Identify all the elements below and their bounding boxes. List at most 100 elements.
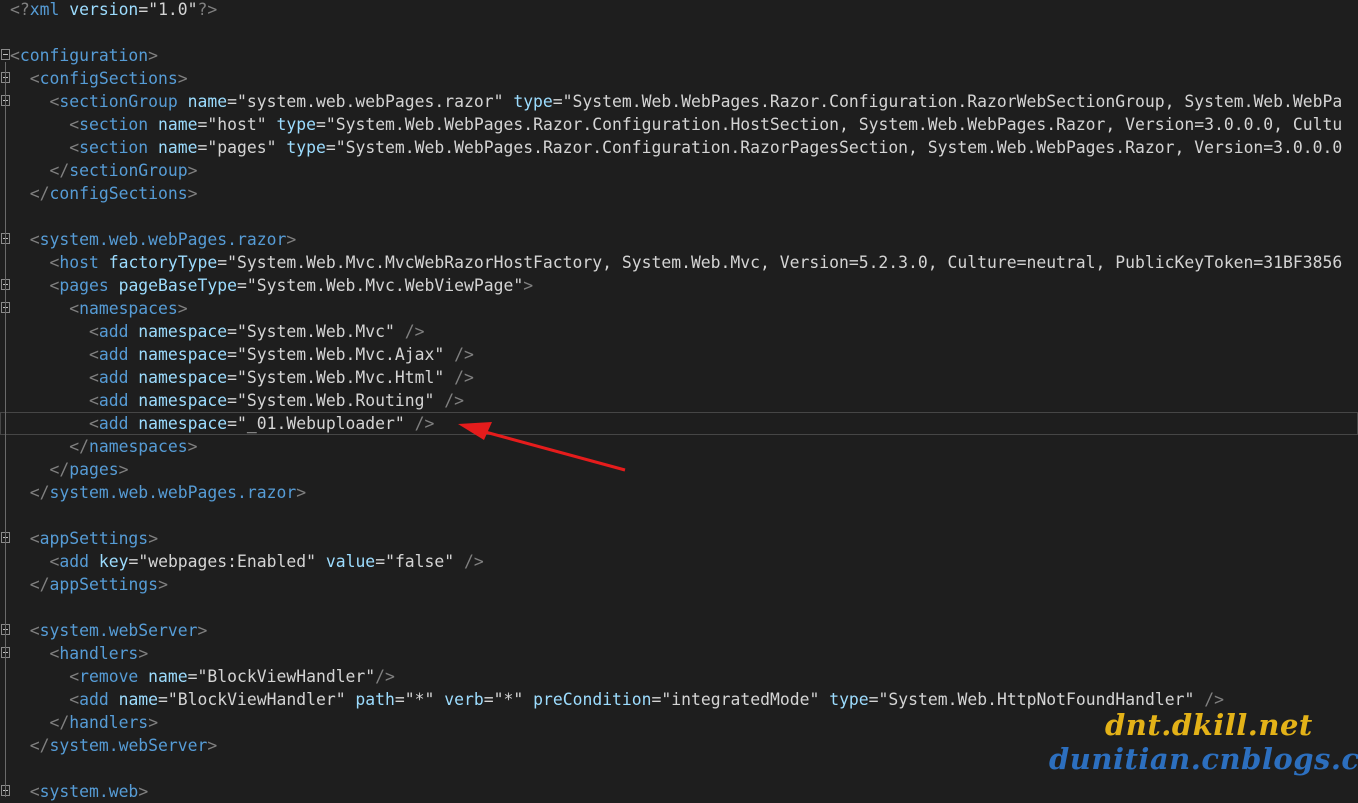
code-line[interactable]: <system.web.webPages.razor>: [0, 228, 1358, 251]
code-token: add: [98, 391, 129, 410]
code-token: =: [483, 690, 494, 709]
code-line-text: </system.web.webPages.razor>: [10, 481, 306, 504]
code-token: </: [49, 460, 70, 479]
code-line[interactable]: </system.web.webPages.razor>: [0, 481, 1358, 504]
code-token: />: [1194, 690, 1224, 709]
code-line[interactable]: <configuration>: [0, 44, 1358, 67]
code-line[interactable]: <add namespace="_01.Webuploader" />: [0, 412, 1358, 435]
code-line[interactable]: <system.web>: [0, 780, 1358, 803]
code-line[interactable]: <pages pageBaseType="System.Web.Mvc.WebV…: [0, 274, 1358, 297]
code-token: >: [177, 299, 188, 318]
code-token: =: [227, 345, 237, 364]
watermark-blog: dunitian.cnblogs.com: [1049, 742, 1358, 776]
code-line[interactable]: <add namespace="System.Web.Mvc.Ajax" />: [0, 343, 1358, 366]
code-token: =: [325, 138, 336, 157]
code-token: ": [207, 115, 218, 134]
code-line[interactable]: <add namespace="System.Web.Mvc" />: [0, 320, 1358, 343]
code-line[interactable]: [0, 205, 1358, 228]
code-token: <: [29, 69, 40, 88]
code-line[interactable]: <system.webServer>: [0, 619, 1358, 642]
code-token: _01.Webuploader: [246, 414, 395, 433]
code-token: ": [237, 414, 247, 433]
code-token: <: [69, 115, 80, 134]
code-token: ": [335, 138, 346, 157]
code-token: <?: [10, 0, 30, 19]
code-line[interactable]: </namespaces>: [0, 435, 1358, 458]
code-token: =: [128, 552, 139, 571]
code-token: System.Web.Mvc.MvcWebRazorHostFactory, S…: [237, 253, 1343, 272]
code-token: ": [493, 690, 504, 709]
code-token: =: [868, 690, 879, 709]
code-token: ": [325, 115, 336, 134]
code-line[interactable]: <remove name="BlockViewHandler"/>: [0, 665, 1358, 688]
code-line[interactable]: <configSections>: [0, 67, 1358, 90]
code-token: *: [503, 690, 514, 709]
code-token: <: [49, 276, 60, 295]
code-token: <: [88, 368, 99, 387]
code-line-text: <sectionGroup name="system.web.webPages.…: [10, 90, 1342, 113]
code-token: ": [424, 391, 435, 410]
code-token: ": [404, 690, 415, 709]
code-token: namespaces: [88, 437, 188, 456]
code-line-text: <configuration>: [10, 44, 158, 67]
code-token: ": [809, 690, 820, 709]
code-token: integratedMode: [671, 690, 810, 709]
code-line[interactable]: [0, 596, 1358, 619]
code-token: namespace: [128, 322, 228, 341]
code-line-text: <system.web.webPages.razor>: [10, 228, 296, 251]
code-token: type: [276, 138, 326, 157]
code-line[interactable]: <add namespace="System.Web.Routing" />: [0, 389, 1358, 412]
code-token: ": [148, 0, 159, 19]
code-token: >: [187, 437, 198, 456]
code-token: verb: [434, 690, 484, 709]
code-token: namespace: [128, 391, 228, 410]
code-line[interactable]: <?xml version="1.0"?>: [0, 0, 1358, 21]
code-line[interactable]: <host factoryType="System.Web.Mvc.MvcWeb…: [0, 251, 1358, 274]
code-line-text: </pages>: [10, 458, 128, 481]
code-line[interactable]: <add key="webpages:Enabled" value="false…: [0, 550, 1358, 573]
code-line[interactable]: <namespaces>: [0, 297, 1358, 320]
code-line[interactable]: </pages>: [0, 458, 1358, 481]
code-line[interactable]: <section name="pages" type="System.Web.W…: [0, 136, 1358, 159]
code-line[interactable]: </sectionGroup>: [0, 159, 1358, 182]
code-line[interactable]: <handlers>: [0, 642, 1358, 665]
code-line[interactable]: [0, 504, 1358, 527]
code-line-text: <namespaces>: [10, 297, 188, 320]
code-line[interactable]: <add namespace="System.Web.Mvc.Html" />: [0, 366, 1358, 389]
code-token: ": [878, 690, 889, 709]
code-token: section: [79, 138, 149, 157]
code-token: <: [49, 92, 60, 111]
code-token: ": [562, 92, 573, 111]
code-token: value: [315, 552, 376, 571]
code-line[interactable]: <appSettings>: [0, 527, 1358, 550]
code-token: name: [148, 138, 198, 157]
code-line[interactable]: </appSettings>: [0, 573, 1358, 596]
code-token: <: [69, 138, 80, 157]
code-token: system.webServer: [39, 621, 198, 640]
xml-code-editor[interactable]: <?xml version="1.0"?> <configuration> <co…: [0, 0, 1358, 801]
code-token: add: [98, 414, 129, 433]
code-line-text: </system.webServer>: [10, 734, 218, 757]
code-token: </: [69, 437, 89, 456]
code-token: type: [503, 92, 553, 111]
code-line[interactable]: [0, 21, 1358, 44]
code-line-text: <add namespace="System.Web.Mvc.Ajax" />: [10, 343, 474, 366]
code-token: System.Web.WebPages.Razor.Configuration.…: [335, 115, 1343, 134]
collapse-toggle-icon[interactable]: [1, 49, 10, 60]
code-token: ": [237, 322, 247, 341]
code-token: ": [227, 253, 238, 272]
code-line[interactable]: <section name="host" type="System.Web.We…: [0, 113, 1358, 136]
code-token: />: [375, 667, 395, 686]
code-line[interactable]: </configSections>: [0, 182, 1358, 205]
code-line-text: </handlers>: [10, 711, 158, 734]
code-line[interactable]: <sectionGroup name="system.web.webPages.…: [0, 90, 1358, 113]
code-token: <: [88, 391, 99, 410]
code-token: type: [266, 115, 316, 134]
